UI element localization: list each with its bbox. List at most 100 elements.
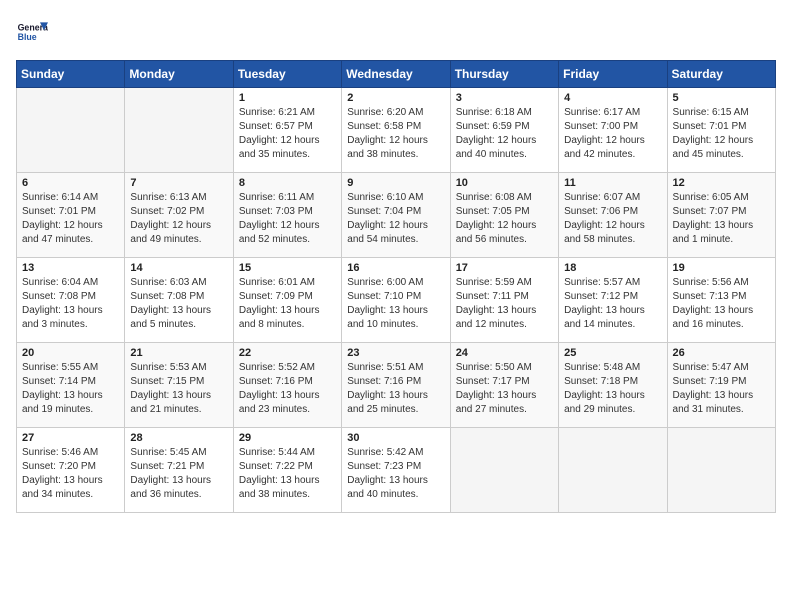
week-row-0: 1 Sunrise: 6:21 AM Sunset: 6:57 PM Daylig… — [17, 88, 776, 173]
day-number: 6 — [22, 177, 119, 189]
day-info: Sunrise: 5:56 AM Sunset: 7:13 PM Dayligh… — [673, 276, 770, 332]
day-info: Sunrise: 6:20 AM Sunset: 6:58 PM Dayligh… — [347, 106, 444, 162]
day-number: 17 — [456, 262, 553, 274]
header-day-thursday: Thursday — [450, 61, 558, 88]
calendar-cell: 9 Sunrise: 6:10 AM Sunset: 7:04 PM Daylig… — [342, 173, 450, 258]
header-day-wednesday: Wednesday — [342, 61, 450, 88]
week-row-2: 13 Sunrise: 6:04 AM Sunset: 7:08 PM Dayli… — [17, 258, 776, 343]
day-number: 20 — [22, 347, 119, 359]
day-number: 15 — [239, 262, 336, 274]
day-info: Sunrise: 6:10 AM Sunset: 7:04 PM Dayligh… — [347, 191, 444, 247]
header-row: SundayMondayTuesdayWednesdayThursdayFrid… — [17, 61, 776, 88]
day-number: 25 — [564, 347, 661, 359]
day-info: Sunrise: 6:18 AM Sunset: 6:59 PM Dayligh… — [456, 106, 553, 162]
calendar-cell: 25 Sunrise: 5:48 AM Sunset: 7:18 PM Dayli… — [559, 343, 667, 428]
day-number: 9 — [347, 177, 444, 189]
header-day-friday: Friday — [559, 61, 667, 88]
day-number: 1 — [239, 92, 336, 104]
calendar-cell — [450, 428, 558, 513]
day-info: Sunrise: 6:21 AM Sunset: 6:57 PM Dayligh… — [239, 106, 336, 162]
calendar-cell — [125, 88, 233, 173]
day-number: 26 — [673, 347, 770, 359]
day-number: 4 — [564, 92, 661, 104]
calendar-cell — [559, 428, 667, 513]
day-info: Sunrise: 6:11 AM Sunset: 7:03 PM Dayligh… — [239, 191, 336, 247]
day-number: 23 — [347, 347, 444, 359]
calendar-cell: 8 Sunrise: 6:11 AM Sunset: 7:03 PM Daylig… — [233, 173, 341, 258]
calendar-cell: 19Sunrise: 5:56 AM Sunset: 7:13 PM Dayli… — [667, 258, 775, 343]
calendar-cell: 21 Sunrise: 5:53 AM Sunset: 7:15 PM Dayli… — [125, 343, 233, 428]
day-info: Sunrise: 5:52 AM Sunset: 7:16 PM Dayligh… — [239, 361, 336, 417]
day-number: 12 — [673, 177, 770, 189]
day-info: Sunrise: 6:15 AM Sunset: 7:01 PM Dayligh… — [673, 106, 770, 162]
day-number: 22 — [239, 347, 336, 359]
day-info: Sunrise: 6:08 AM Sunset: 7:05 PM Dayligh… — [456, 191, 553, 247]
calendar-cell: 2 Sunrise: 6:20 AM Sunset: 6:58 PM Daylig… — [342, 88, 450, 173]
calendar-cell: 26 Sunrise: 5:47 AM Sunset: 7:19 PM Dayli… — [667, 343, 775, 428]
calendar-cell: 29Sunrise: 5:44 AM Sunset: 7:22 PM Dayli… — [233, 428, 341, 513]
calendar-header: SundayMondayTuesdayWednesdayThursdayFrid… — [17, 61, 776, 88]
header-day-saturday: Saturday — [667, 61, 775, 88]
day-number: 29 — [239, 432, 336, 444]
calendar-cell: 7Sunrise: 6:13 AM Sunset: 7:02 PM Daylig… — [125, 173, 233, 258]
day-number: 16 — [347, 262, 444, 274]
calendar-cell: 10 Sunrise: 6:08 AM Sunset: 7:05 PM Dayli… — [450, 173, 558, 258]
day-number: 28 — [130, 432, 227, 444]
day-info: Sunrise: 6:03 AM Sunset: 7:08 PM Dayligh… — [130, 276, 227, 332]
day-info: Sunrise: 5:57 AM Sunset: 7:12 PM Dayligh… — [564, 276, 661, 332]
calendar-cell: 20 Sunrise: 5:55 AM Sunset: 7:14 PM Dayli… — [17, 343, 125, 428]
week-row-1: 6 Sunrise: 6:14 AM Sunset: 7:01 PM Daylig… — [17, 173, 776, 258]
day-info: Sunrise: 6:17 AM Sunset: 7:00 PM Dayligh… — [564, 106, 661, 162]
calendar-cell — [17, 88, 125, 173]
day-number: 10 — [456, 177, 553, 189]
calendar-cell: 6 Sunrise: 6:14 AM Sunset: 7:01 PM Daylig… — [17, 173, 125, 258]
day-info: Sunrise: 6:14 AM Sunset: 7:01 PM Dayligh… — [22, 191, 119, 247]
day-info: Sunrise: 5:50 AM Sunset: 7:17 PM Dayligh… — [456, 361, 553, 417]
day-info: Sunrise: 5:42 AM Sunset: 7:23 PM Dayligh… — [347, 446, 444, 502]
day-info: Sunrise: 5:53 AM Sunset: 7:15 PM Dayligh… — [130, 361, 227, 417]
calendar-cell: 24 Sunrise: 5:50 AM Sunset: 7:17 PM Dayli… — [450, 343, 558, 428]
calendar-cell: 15Sunrise: 6:01 AM Sunset: 7:09 PM Dayli… — [233, 258, 341, 343]
day-number: 5 — [673, 92, 770, 104]
calendar-table: SundayMondayTuesdayWednesdayThursdayFrid… — [16, 60, 776, 513]
calendar-cell: 17 Sunrise: 5:59 AM Sunset: 7:11 PM Dayli… — [450, 258, 558, 343]
calendar-cell: 4 Sunrise: 6:17 AM Sunset: 7:00 PM Daylig… — [559, 88, 667, 173]
calendar-cell: 23 Sunrise: 5:51 AM Sunset: 7:16 PM Dayli… — [342, 343, 450, 428]
calendar-cell: 3 Sunrise: 6:18 AM Sunset: 6:59 PM Daylig… — [450, 88, 558, 173]
day-number: 3 — [456, 92, 553, 104]
logo-icon: General Blue — [16, 16, 48, 48]
day-number: 14 — [130, 262, 227, 274]
day-info: Sunrise: 6:05 AM Sunset: 7:07 PM Dayligh… — [673, 191, 770, 247]
day-info: Sunrise: 6:07 AM Sunset: 7:06 PM Dayligh… — [564, 191, 661, 247]
week-row-4: 27Sunrise: 5:46 AM Sunset: 7:20 PM Dayli… — [17, 428, 776, 513]
calendar-cell: 12 Sunrise: 6:05 AM Sunset: 7:07 PM Dayli… — [667, 173, 775, 258]
calendar-cell: 1 Sunrise: 6:21 AM Sunset: 6:57 PM Daylig… — [233, 88, 341, 173]
day-number: 2 — [347, 92, 444, 104]
day-info: Sunrise: 5:45 AM Sunset: 7:21 PM Dayligh… — [130, 446, 227, 502]
header-day-monday: Monday — [125, 61, 233, 88]
calendar-cell: 5 Sunrise: 6:15 AM Sunset: 7:01 PM Daylig… — [667, 88, 775, 173]
day-number: 24 — [456, 347, 553, 359]
day-number: 21 — [130, 347, 227, 359]
header-day-sunday: Sunday — [17, 61, 125, 88]
day-number: 8 — [239, 177, 336, 189]
calendar-cell: 22 Sunrise: 5:52 AM Sunset: 7:16 PM Dayli… — [233, 343, 341, 428]
day-info: Sunrise: 5:48 AM Sunset: 7:18 PM Dayligh… — [564, 361, 661, 417]
day-info: Sunrise: 5:59 AM Sunset: 7:11 PM Dayligh… — [456, 276, 553, 332]
day-number: 30 — [347, 432, 444, 444]
calendar-cell — [667, 428, 775, 513]
day-info: Sunrise: 5:55 AM Sunset: 7:14 PM Dayligh… — [22, 361, 119, 417]
day-info: Sunrise: 5:51 AM Sunset: 7:16 PM Dayligh… — [347, 361, 444, 417]
day-number: 13 — [22, 262, 119, 274]
day-info: Sunrise: 6:13 AM Sunset: 7:02 PM Dayligh… — [130, 191, 227, 247]
day-info: Sunrise: 5:47 AM Sunset: 7:19 PM Dayligh… — [673, 361, 770, 417]
calendar-cell: 13 Sunrise: 6:04 AM Sunset: 7:08 PM Dayli… — [17, 258, 125, 343]
week-row-3: 20 Sunrise: 5:55 AM Sunset: 7:14 PM Dayli… — [17, 343, 776, 428]
calendar-cell: 18Sunrise: 5:57 AM Sunset: 7:12 PM Dayli… — [559, 258, 667, 343]
svg-text:Blue: Blue — [18, 32, 37, 42]
calendar-cell: 11Sunrise: 6:07 AM Sunset: 7:06 PM Dayli… — [559, 173, 667, 258]
day-info: Sunrise: 6:04 AM Sunset: 7:08 PM Dayligh… — [22, 276, 119, 332]
day-number: 27 — [22, 432, 119, 444]
calendar-cell: 16Sunrise: 6:00 AM Sunset: 7:10 PM Dayli… — [342, 258, 450, 343]
header-day-tuesday: Tuesday — [233, 61, 341, 88]
